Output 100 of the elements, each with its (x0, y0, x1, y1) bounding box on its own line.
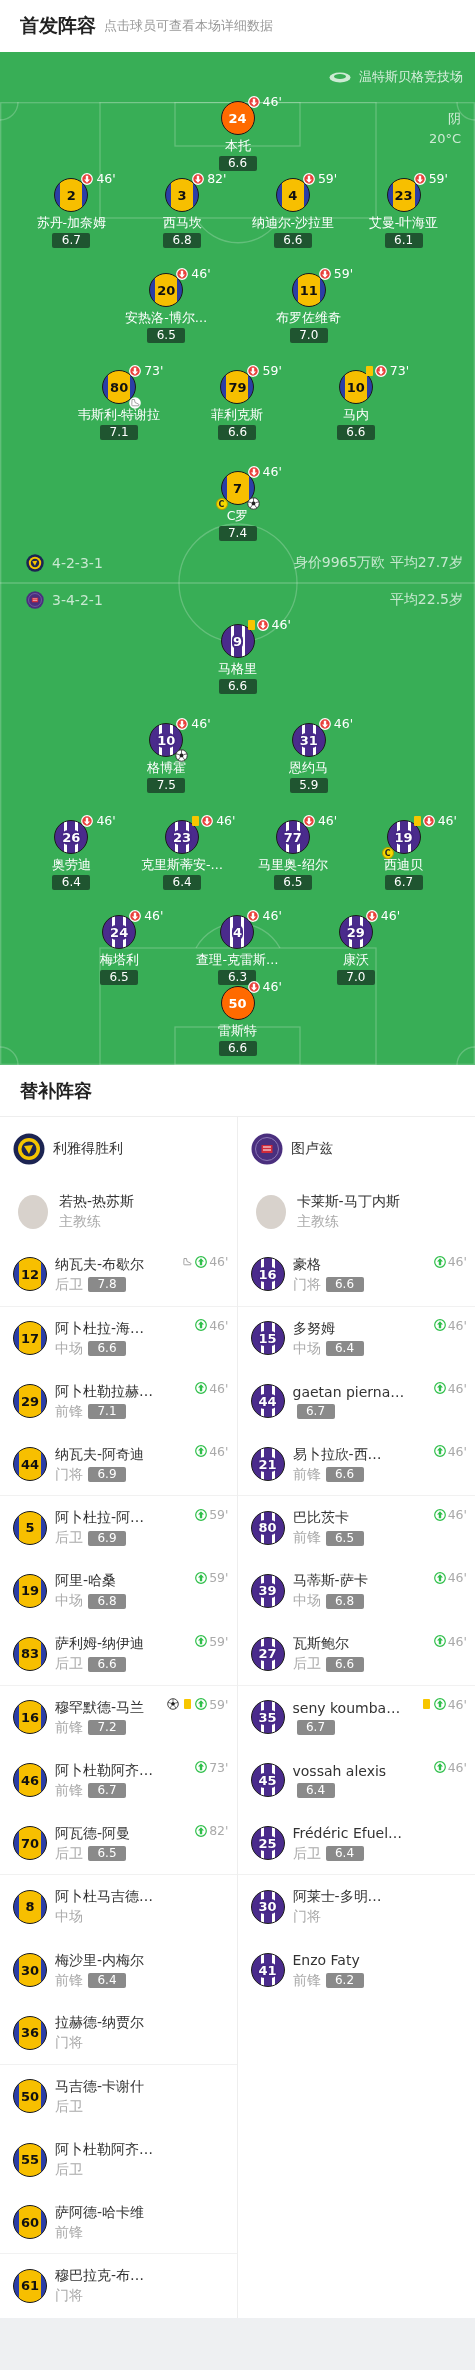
jersey-number-badge: 23 (386, 178, 421, 212)
sub-minute: 73' (389, 363, 410, 378)
player-name: 阿卜杜勒阿齐… (55, 1760, 154, 1779)
player-position: 中场 (55, 1339, 83, 1358)
sub-minute: 46' (209, 1317, 229, 1333)
sub-minute: 73' (144, 363, 164, 378)
player-name: 马格里 (218, 661, 257, 677)
player-rating: 6.4 (88, 1973, 126, 1989)
weather: 阴 (448, 110, 461, 128)
player-position: 门将 (55, 1465, 83, 1484)
sub-minute: 46' (191, 266, 211, 281)
jersey-number-badge: 70 (13, 1826, 47, 1861)
jersey-number-badge: 45 (250, 1763, 285, 1798)
sub-off-icon (176, 267, 189, 280)
sub-off-icon (374, 364, 387, 377)
sub-off-icon (318, 717, 331, 730)
sub-minute: 46' (96, 813, 116, 828)
player-position: 前锋 (55, 1718, 83, 1737)
coach-photo-placeholder (255, 1194, 286, 1229)
sub-minute: 46' (447, 1696, 467, 1712)
formation: 3-4-2-1 (52, 592, 103, 608)
player-position: 中场 (55, 1592, 83, 1611)
sub-off-icon (318, 267, 331, 280)
sub-minute: 46' (209, 1254, 229, 1270)
sub-off-icon (422, 814, 435, 827)
sub-off-icon (176, 717, 189, 730)
player-rating: 6.7 (88, 1783, 126, 1799)
player-name: 萨利姆-纳伊迪 (55, 1634, 146, 1653)
coach-name: 若热-热苏斯 (59, 1192, 136, 1211)
team-summary: 平均22.5岁 (389, 591, 463, 609)
club-crest-icon (13, 1132, 45, 1165)
sub-minute: 59' (209, 1570, 229, 1586)
player-rating: 6.1 (384, 233, 423, 248)
sub-in-icon (195, 1824, 208, 1837)
player-name: 苏丹-加奈姆 (36, 215, 107, 231)
jersey-number-badge: 26 (54, 820, 89, 854)
player-rating: 6.6 (88, 1341, 126, 1357)
coach-photo-placeholder (18, 1194, 48, 1229)
player-rating: 6.4 (52, 875, 91, 890)
captain-badge: C (215, 498, 228, 510)
sub-in-icon (195, 1698, 208, 1711)
player-position: 前锋 (55, 2223, 83, 2242)
player-rating: 6.9 (88, 1467, 126, 1483)
coach-name: 卡莱斯-马丁内斯 (296, 1192, 401, 1211)
temperature: 20°C (428, 130, 461, 148)
sub-off-icon (247, 465, 260, 478)
sub-minute: 46' (447, 1507, 467, 1523)
club-crest-icon (26, 554, 44, 572)
coach-role: 主教练 (296, 1213, 340, 1232)
player-rating: 7.0 (336, 970, 375, 985)
sub-minute: 46' (447, 1443, 467, 1459)
sub-in-icon (433, 1761, 446, 1774)
player-position: 门将 (55, 2287, 83, 2306)
jersey-number-badge: 36 (13, 2015, 47, 2050)
jersey-number-badge: 23 (165, 820, 200, 854)
sub-minute: 46' (262, 464, 282, 479)
jersey-number-badge: 79 (220, 370, 255, 404)
jersey-number-badge: 17 (13, 1321, 47, 1356)
sub-in-icon (433, 1635, 446, 1647)
player-rating: 6.3 (218, 970, 257, 985)
player-name: 多努姆 (292, 1318, 336, 1337)
jersey-number-badge: 39 (250, 1573, 285, 1608)
player-rating: 6.6 (336, 425, 375, 440)
sub-minute: 59' (209, 1633, 229, 1649)
section-title: 首发阵容 (20, 13, 96, 38)
player-rating: 7.5 (147, 778, 186, 793)
player-name: 阿莱士-多明… (292, 1887, 383, 1906)
sub-in-icon (433, 1571, 446, 1584)
player-position: 中场 (55, 1908, 83, 1927)
jersey-number-badge: 24 (102, 915, 137, 949)
sub-minute: 46' (447, 1380, 467, 1396)
captain-badge: C (381, 847, 394, 859)
jersey-number-badge: 20 (149, 273, 184, 307)
sub-minute: 46' (216, 813, 236, 828)
player-position: 后卫 (292, 1844, 321, 1863)
player-name: 恩约马 (289, 760, 329, 776)
player-name: vossah alexis (292, 1761, 388, 1780)
jersey-number-badge: 10 (338, 370, 373, 404)
sub-minute: 46' (447, 1759, 467, 1775)
jersey-number-badge: 44 (13, 1447, 47, 1482)
jersey-number-badge: 35 (250, 1700, 285, 1735)
sub-off-icon (302, 814, 315, 827)
player-position: 门将 (55, 2034, 83, 2053)
player-rating: 6.7 (296, 1404, 335, 1420)
player-position: 前锋 (55, 1781, 83, 1800)
jersey-number-badge: 3 (165, 178, 200, 212)
jersey-number-badge: 24 (220, 101, 255, 135)
jersey-number-badge: 83 (13, 1636, 47, 1671)
player-rating: 7.2 (88, 1720, 126, 1736)
sub-minute: 46' (317, 813, 338, 828)
player-name: C罗 (226, 508, 249, 524)
sub-off-icon (247, 95, 260, 108)
player-name: 安热洛-博尔… (125, 310, 208, 326)
player-rating: 6.5 (147, 328, 186, 343)
player-position: 前锋 (292, 1971, 321, 1990)
player-rating: 6.2 (325, 1973, 364, 1989)
player-name: 巴比茨卡 (292, 1508, 350, 1527)
player-position: 后卫 (292, 1655, 321, 1674)
player-rating: 7.4 (218, 526, 257, 541)
player-name: 穆巴拉克-布… (55, 2266, 146, 2285)
